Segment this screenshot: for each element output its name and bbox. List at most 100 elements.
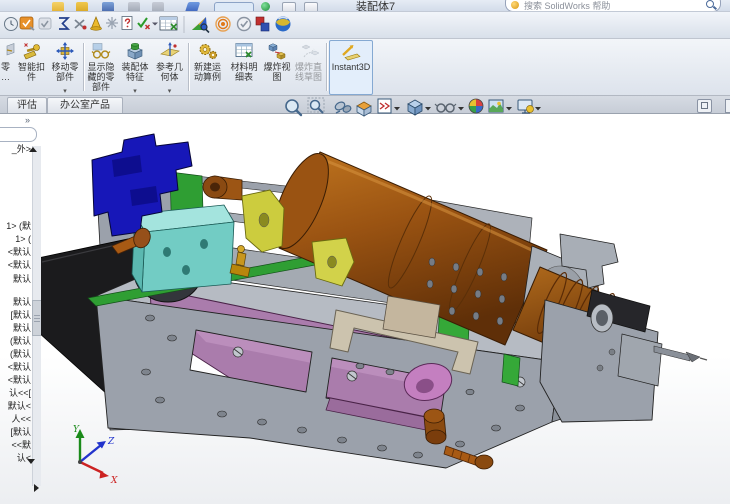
tree-item[interactable]: <默认: [0, 375, 31, 386]
tree-item[interactable]: 1> (默: [0, 221, 31, 232]
no-external-references-icon[interactable]: [74, 19, 87, 30]
view-orientation-icon[interactable]: [377, 98, 400, 114]
viewport-edge-icon[interactable]: [725, 99, 730, 113]
options-icon[interactable]: [282, 2, 296, 11]
tree-item[interactable]: <<默: [0, 440, 31, 451]
display-style-icon[interactable]: [407, 99, 431, 116]
model-canvas[interactable]: Y Z X: [0, 114, 730, 504]
tree-flyout-icon[interactable]: [34, 484, 39, 492]
view-selector-icon[interactable]: [334, 101, 352, 114]
tree-item[interactable]: 人<<: [0, 414, 31, 425]
viewport-restore-button[interactable]: [697, 99, 712, 113]
alert-cone-icon[interactable]: [90, 15, 102, 31]
search-placeholder: 搜索 SolidWorks 帮助: [524, 1, 611, 11]
ribbon-exploded-view[interactable]: 爆炸视 图: [262, 41, 292, 93]
ribbon-insert-component-partial[interactable]: 零 …: [0, 41, 14, 93]
circled-check-icon[interactable]: [236, 16, 252, 32]
section-view-icon[interactable]: [356, 101, 372, 117]
ribbon-explode-line-sketch[interactable]: 爆炸直 线草图: [293, 41, 324, 93]
ribbon-show-hidden-components[interactable]: 显示隐 藏的零 部件: [85, 41, 117, 93]
print-icon[interactable]: [128, 2, 140, 11]
photoview-360-icon[interactable]: [192, 17, 210, 34]
help-search-box[interactable]: 搜索 SolidWorks 帮助: [505, 0, 721, 11]
tree-item[interactable]: <默认: [0, 260, 31, 271]
verification-check-icon[interactable]: [137, 17, 151, 30]
tools-toolbar: [0, 12, 730, 39]
tree-item[interactable]: 默认: [0, 323, 31, 334]
tree-item[interactable]: 默认<: [0, 401, 31, 412]
view-settings-icon[interactable]: [517, 99, 541, 114]
panel-expand-chevron[interactable]: »: [25, 115, 30, 125]
ribbon-instant3d[interactable]: Instant3D: [329, 40, 373, 95]
ribbon-bill-of-materials[interactable]: 材料明 细表: [227, 41, 261, 93]
tree-item[interactable]: 1> (: [0, 234, 31, 245]
ribbon-label: 爆炸直 线草图: [294, 62, 322, 82]
status-dot-icon: [261, 2, 270, 11]
design-checker-icon[interactable]: [19, 16, 35, 31]
ribbon-label: 新建运 动算例: [193, 62, 221, 82]
title-bar: 装配体7 搜索 SolidWorks 帮助: [0, 0, 730, 12]
design-binder-clock-icon[interactable]: [4, 17, 18, 31]
check-readonly-icon[interactable]: [38, 17, 52, 30]
excel-bom-table-icon[interactable]: [159, 16, 178, 31]
edrawings-sphere-icon[interactable]: [275, 16, 291, 32]
apply-scene-icon[interactable]: [488, 99, 512, 113]
panel-top-box: [0, 127, 37, 142]
help-badge-icon: [511, 1, 519, 9]
z-axis-label: Z: [107, 437, 115, 447]
tree-item[interactable]: (默认: [0, 349, 31, 360]
graphics-area[interactable]: Y Z X: [0, 114, 730, 504]
ribbon-assembly-features[interactable]: 装配体 特征: [118, 41, 152, 93]
tree-item[interactable]: 默认: [0, 274, 31, 285]
ribbon-label: 装配体 特征: [121, 62, 149, 82]
tree-item[interactable]: <默认: [0, 247, 31, 258]
x-axis-label: X: [110, 476, 118, 486]
orientation-triad[interactable]: Y Z X: [73, 425, 118, 486]
tree-scroll-down-icon[interactable]: [27, 459, 35, 464]
motion-manager-icon[interactable]: [215, 16, 231, 32]
open-icon[interactable]: [52, 2, 64, 11]
ribbon-separator: [326, 43, 327, 91]
tab-office-products[interactable]: 办公室产品: [47, 97, 123, 113]
knob-bottom[interactable]: [423, 408, 447, 445]
save-icon[interactable]: [102, 2, 114, 11]
undo-icon[interactable]: [152, 2, 164, 11]
flyout-caret-icon[interactable]: [152, 22, 158, 26]
zoom-to-fit-icon[interactable]: [285, 99, 303, 117]
tab-evaluate[interactable]: 评估: [7, 97, 47, 113]
toolbox-icon[interactable]: [255, 16, 270, 32]
equations-icon[interactable]: [59, 17, 71, 30]
tree-scroll-up-icon[interactable]: [29, 147, 37, 152]
tree-item[interactable]: 认<<[: [0, 388, 31, 399]
spindle-bit[interactable]: [653, 345, 708, 363]
zoom-to-area-icon[interactable]: [307, 97, 325, 114]
search-icon[interactable]: [706, 0, 714, 8]
green-block-small[interactable]: [501, 353, 521, 387]
constraint-crosshair-icon[interactable]: [106, 17, 118, 29]
rebuild-icon[interactable]: [183, 2, 201, 11]
ribbon-smart-fasteners[interactable]: 智能扣 件: [15, 41, 48, 93]
help-document-icon[interactable]: [121, 16, 133, 30]
clamp-hole: [258, 212, 270, 228]
tree-item[interactable]: (默认: [0, 336, 31, 347]
help-doc-icon[interactable]: [304, 2, 318, 11]
tree-item[interactable]: _外>: [0, 144, 31, 155]
tree-item[interactable]: <默认: [0, 362, 31, 373]
edit-appearance-icon[interactable]: [468, 98, 484, 114]
hide-show-items-icon[interactable]: [434, 103, 464, 113]
folder-icon[interactable]: [76, 2, 88, 11]
tree-scrollbar-grip[interactable]: [32, 300, 41, 336]
select-tool-button[interactable]: [214, 2, 254, 11]
ribbon-new-motion-study[interactable]: 新建运 动算例: [190, 41, 225, 93]
ribbon-move-component[interactable]: 移动零 部件: [49, 41, 81, 93]
ribbon-reference-geometry[interactable]: 参考几 何体: [153, 41, 186, 93]
brown-roller[interactable]: [202, 175, 243, 201]
tree-item[interactable]: 默认: [0, 297, 31, 308]
exploded-view-icon: [266, 41, 288, 61]
assembly-features-icon: [124, 41, 146, 61]
tree-item[interactable]: [默认: [0, 310, 31, 321]
ribbon-label: 材料明 细表: [230, 62, 258, 82]
model-assembly[interactable]: [37, 133, 708, 470]
block-cyan[interactable]: [131, 204, 235, 293]
tree-item[interactable]: [默认: [0, 427, 31, 438]
